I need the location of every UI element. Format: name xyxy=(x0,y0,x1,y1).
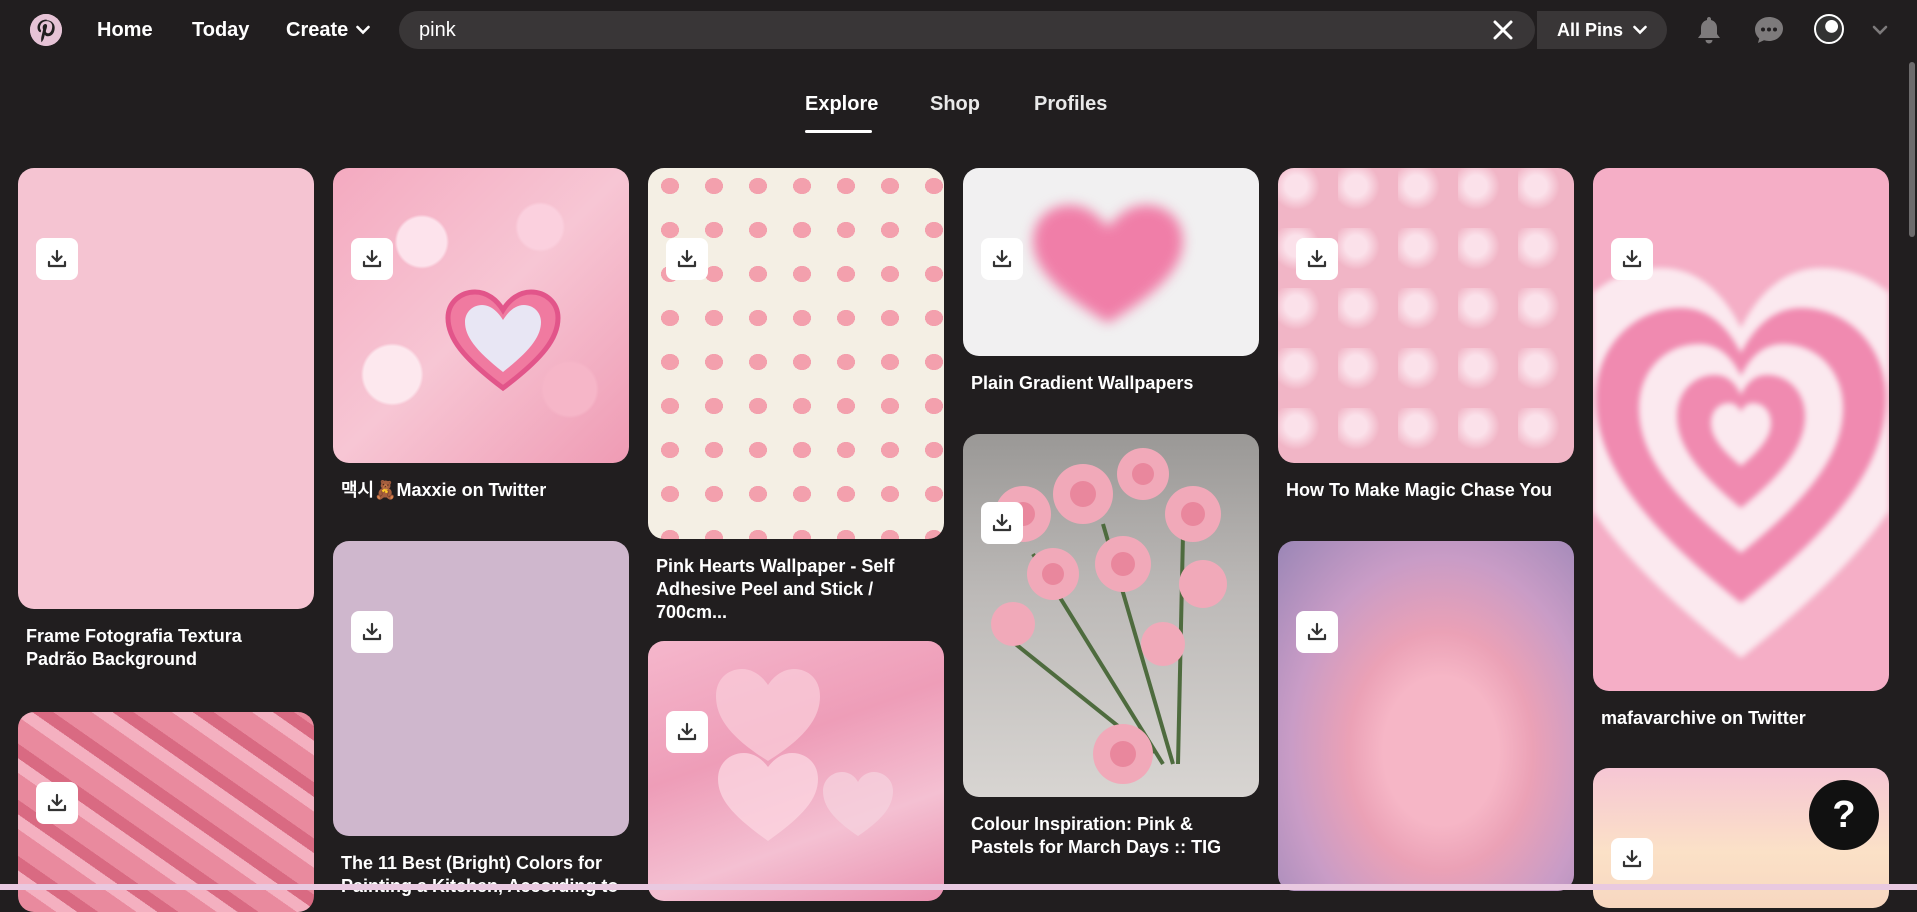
pin-card[interactable] xyxy=(18,712,314,912)
pin-card[interactable]: Plain Gradient Wallpapers xyxy=(963,168,1259,395)
pin-card[interactable]: 맥시🧸Maxxie on Twitter xyxy=(333,168,629,502)
vertical-scrollbar[interactable] xyxy=(1907,60,1917,890)
clear-search-icon[interactable] xyxy=(1492,19,1514,41)
pin-card[interactable]: The 11 Best (Bright) Colors for Painting… xyxy=(333,541,629,898)
chevron-down-icon xyxy=(356,25,371,35)
download-icon[interactable] xyxy=(1296,238,1338,280)
pin-card[interactable]: Pink Hearts Wallpaper - Self Adhesive Pe… xyxy=(648,168,944,624)
download-icon[interactable] xyxy=(981,238,1023,280)
pin-title: Pink Hearts Wallpaper - Self Adhesive Pe… xyxy=(656,556,895,622)
pin-card[interactable]: How To Make Magic Chase You xyxy=(1278,168,1574,502)
download-icon[interactable] xyxy=(351,611,393,653)
pin-title: mafavarchive on Twitter xyxy=(1601,708,1806,728)
pin-filter-label: All Pins xyxy=(1556,19,1623,40)
download-icon[interactable] xyxy=(36,782,78,824)
pin-image[interactable] xyxy=(1278,168,1574,463)
tab-explore[interactable]: Explore xyxy=(805,93,878,116)
download-icon[interactable] xyxy=(666,238,708,280)
tab-shop[interactable]: Shop xyxy=(930,93,980,116)
chevron-down-icon xyxy=(1633,25,1647,35)
pin-title: Plain Gradient Wallpapers xyxy=(971,373,1194,393)
chat-icon[interactable] xyxy=(1753,14,1785,46)
pin-filter-dropdown[interactable]: All Pins xyxy=(1537,11,1667,49)
pin-image[interactable] xyxy=(1593,168,1889,691)
pin-title: Colour Inspiration: Pink & Pastels for M… xyxy=(971,814,1222,857)
avatar[interactable] xyxy=(1814,14,1844,44)
horizontal-scrollbar[interactable] xyxy=(0,884,1917,890)
active-tab-indicator xyxy=(805,130,872,133)
download-icon[interactable] xyxy=(666,711,708,753)
pin-title: How To Make Magic Chase You xyxy=(1286,480,1553,500)
pin-card[interactable] xyxy=(1278,541,1574,891)
help-button[interactable]: ? xyxy=(1809,780,1879,850)
pin-card[interactable]: mafavarchive on Twitter xyxy=(1593,168,1889,730)
pin-image[interactable] xyxy=(963,168,1259,356)
nav-home[interactable]: Home xyxy=(97,17,153,43)
account-chevron-down-icon[interactable] xyxy=(1864,14,1896,46)
pin-card[interactable]: Frame Fotografia Textura Padrão Backgrou… xyxy=(18,168,314,671)
scrollbar-thumb[interactable] xyxy=(1909,62,1915,237)
download-icon[interactable] xyxy=(36,238,78,280)
pin-title: 맥시🧸Maxxie on Twitter xyxy=(341,480,547,500)
bell-icon[interactable] xyxy=(1693,14,1725,46)
pin-image[interactable] xyxy=(333,541,629,836)
pinterest-logo-icon[interactable] xyxy=(30,14,62,46)
pin-card[interactable] xyxy=(648,641,944,901)
pin-image[interactable] xyxy=(18,712,314,912)
pin-card[interactable]: Colour Inspiration: Pink & Pastels for M… xyxy=(963,434,1259,859)
pin-title: Frame Fotografia Textura Padrão Backgrou… xyxy=(26,626,242,669)
download-icon[interactable] xyxy=(1296,611,1338,653)
pin-image[interactable] xyxy=(648,168,944,539)
pin-image[interactable] xyxy=(963,434,1259,797)
download-icon[interactable] xyxy=(1611,838,1653,880)
tab-profiles[interactable]: Profiles xyxy=(1034,93,1107,116)
pin-image[interactable] xyxy=(18,168,314,609)
search-input[interactable] xyxy=(419,11,1419,49)
search-bar xyxy=(399,11,1535,49)
nav-today[interactable]: Today xyxy=(192,17,249,43)
pin-title: The 11 Best (Bright) Colors for Painting… xyxy=(341,853,618,896)
nav-create[interactable]: Create xyxy=(286,17,371,43)
top-bar: Home Today Create All Pins xyxy=(0,0,1917,60)
nav-create-label: Create xyxy=(286,19,349,41)
download-icon[interactable] xyxy=(1611,238,1653,280)
download-icon[interactable] xyxy=(981,502,1023,544)
pin-image[interactable] xyxy=(333,168,629,463)
pin-image[interactable] xyxy=(648,641,944,901)
pin-image[interactable] xyxy=(1278,541,1574,891)
download-icon[interactable] xyxy=(351,238,393,280)
